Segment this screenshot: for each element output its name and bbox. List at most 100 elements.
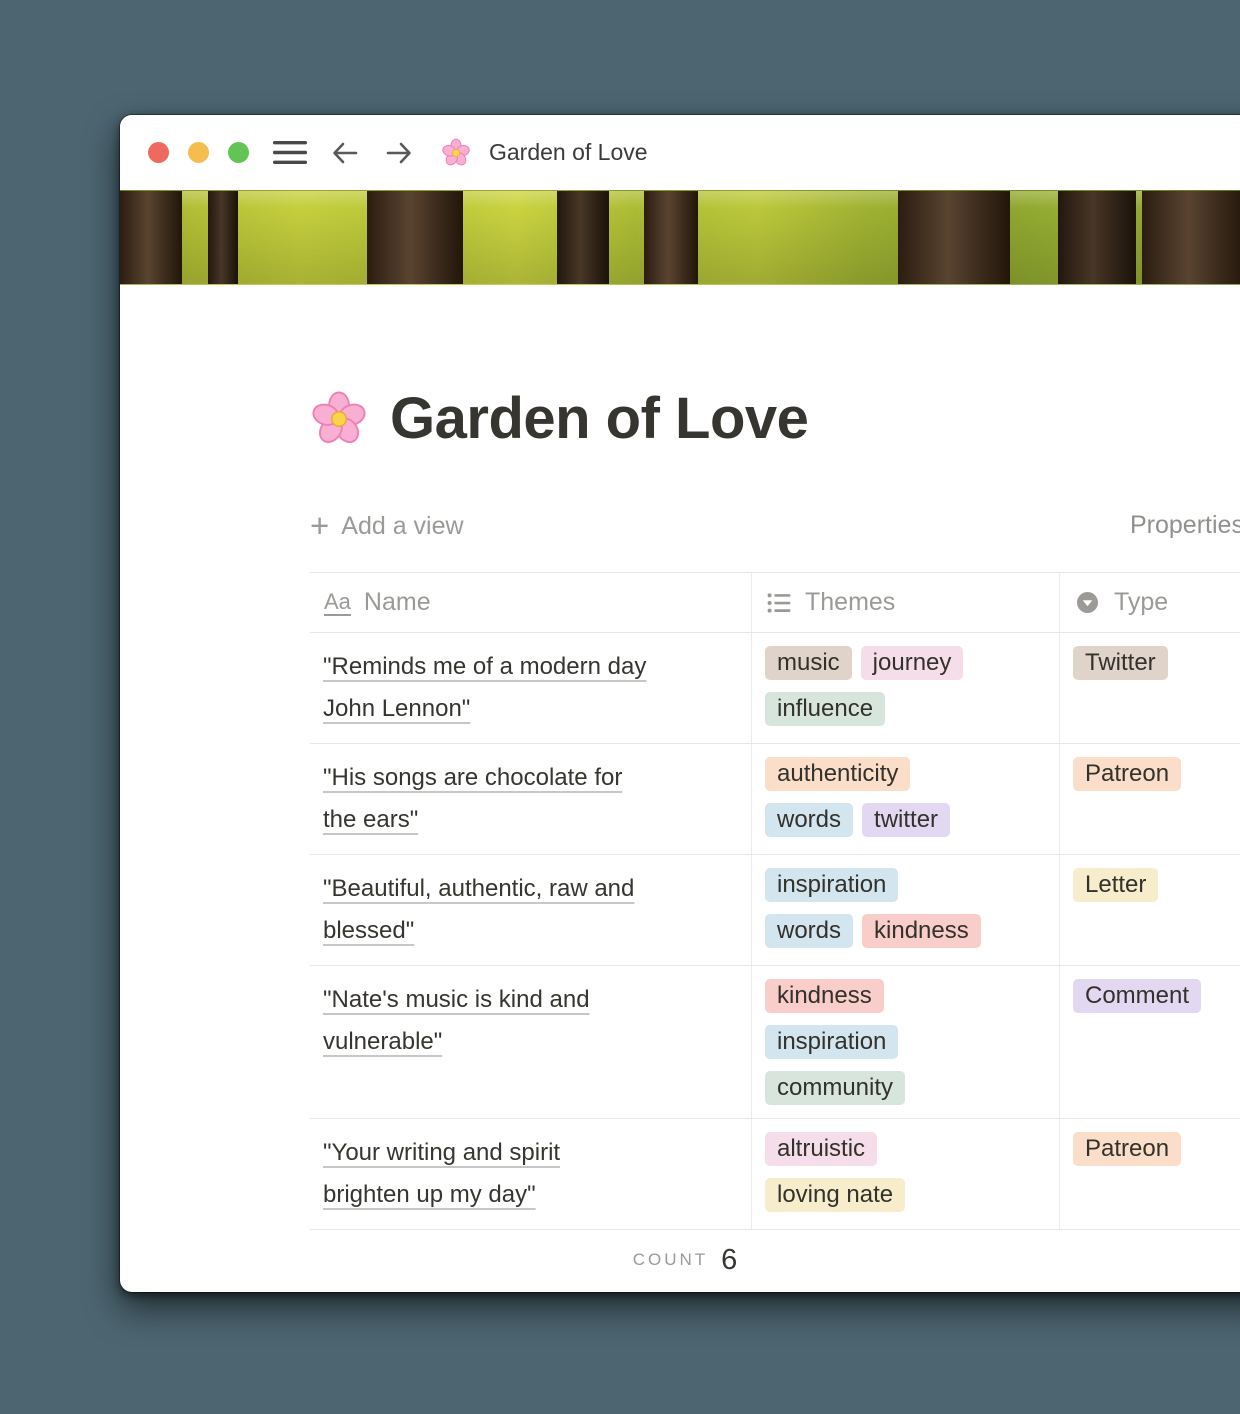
- table-body: "Reminds me of a modern day John Lennon"…: [310, 633, 1240, 1230]
- tree-trunk: [120, 191, 182, 284]
- type-tag[interactable]: Patreon: [1073, 1132, 1181, 1166]
- window-title: Garden of Love: [489, 139, 648, 166]
- row-themes-cell[interactable]: music journey influence: [752, 633, 1060, 743]
- plus-icon: +: [310, 511, 329, 541]
- theme-tag[interactable]: kindness: [862, 914, 981, 948]
- cherry-blossom-icon[interactable]: [310, 390, 368, 448]
- theme-tag[interactable]: influence: [765, 692, 885, 726]
- title-property-icon: Aa: [324, 590, 351, 616]
- type-tag-line: Twitter: [1073, 646, 1240, 680]
- row-name-wrap: "His songs are chocolate for the ears": [323, 757, 653, 841]
- window-titlebar: Garden of Love: [120, 115, 1240, 190]
- table-row: "Reminds me of a modern day John Lennon"…: [310, 633, 1240, 744]
- row-name-wrap: "Your writing and spirit brighten up my …: [323, 1132, 653, 1216]
- row-name-cell[interactable]: "Reminds me of a modern day John Lennon": [310, 633, 752, 743]
- row-type-cell[interactable]: Letter: [1060, 855, 1240, 965]
- type-tag-line: Patreon: [1073, 1132, 1240, 1166]
- count-label[interactable]: COUNT: [633, 1250, 708, 1270]
- page-title[interactable]: Garden of Love: [390, 385, 808, 452]
- theme-tag[interactable]: twitter: [862, 803, 950, 837]
- tree-trunk: [557, 191, 609, 284]
- back-arrow-icon[interactable]: [329, 137, 361, 169]
- theme-tag[interactable]: words: [765, 914, 853, 948]
- tree-trunk: [208, 191, 238, 284]
- theme-tag-line: inspiration: [765, 868, 1045, 902]
- type-tag[interactable]: Comment: [1073, 979, 1201, 1013]
- count-value: 6: [721, 1244, 737, 1277]
- close-window-button[interactable]: [148, 142, 169, 163]
- view-toolbar: + Add a view Properties: [310, 504, 1240, 548]
- menu-icon[interactable]: [273, 139, 307, 166]
- row-type-cell[interactable]: Comment: [1060, 966, 1240, 1118]
- multiselect-list-icon: [766, 590, 792, 616]
- type-tag-line: Comment: [1073, 979, 1240, 1013]
- row-title-link[interactable]: "His songs are chocolate for the ears": [323, 764, 622, 833]
- page-cover-image: [120, 190, 1240, 285]
- type-tag[interactable]: Letter: [1073, 868, 1158, 902]
- row-type-cell[interactable]: Patreon: [1060, 744, 1240, 854]
- row-themes-cell[interactable]: inspiration words kindness: [752, 855, 1060, 965]
- theme-tag-line: words twitter: [765, 803, 1045, 837]
- theme-tag-line: influence: [765, 692, 1045, 726]
- column-header-themes[interactable]: Themes: [752, 573, 1060, 632]
- page-header: Garden of Love: [310, 385, 1240, 452]
- theme-tag-line: music journey: [765, 646, 1045, 680]
- row-name-cell[interactable]: "Beautiful, authentic, raw and blessed": [310, 855, 752, 965]
- table-row: "Your writing and spirit brighten up my …: [310, 1119, 1240, 1230]
- theme-tag[interactable]: loving nate: [765, 1178, 905, 1212]
- theme-tag-line: inspiration: [765, 1025, 1045, 1059]
- row-themes-cell[interactable]: kindness inspiration community: [752, 966, 1060, 1118]
- row-themes-cell[interactable]: altruistic loving nate: [752, 1119, 1060, 1229]
- tree-trunk: [1058, 191, 1136, 284]
- theme-tag[interactable]: authenticity: [765, 757, 910, 791]
- row-title-link[interactable]: "Reminds me of a modern day John Lennon": [323, 653, 646, 722]
- row-name-cell[interactable]: "Nate's music is kind and vulnerable": [310, 966, 752, 1118]
- theme-tag[interactable]: altruistic: [765, 1132, 877, 1166]
- select-dropdown-icon: [1074, 589, 1101, 616]
- row-name-wrap: "Nate's music is kind and vulnerable": [323, 979, 653, 1063]
- theme-tag[interactable]: community: [765, 1071, 905, 1105]
- traffic-lights: [148, 142, 249, 163]
- table-row: "Beautiful, authentic, raw and blessed" i…: [310, 855, 1240, 966]
- properties-button[interactable]: Properties: [1130, 511, 1240, 540]
- row-themes-cell[interactable]: authenticity words twitter: [752, 744, 1060, 854]
- theme-tag-line: authenticity: [765, 757, 1045, 791]
- database-table: Aa Name Themes Type: [310, 572, 1240, 1230]
- minimize-window-button[interactable]: [188, 142, 209, 163]
- forward-arrow-icon[interactable]: [383, 137, 415, 169]
- type-tag[interactable]: Patreon: [1073, 757, 1181, 791]
- column-header-type[interactable]: Type: [1060, 573, 1240, 632]
- type-tag-line: Patreon: [1073, 757, 1240, 791]
- theme-tag[interactable]: journey: [861, 646, 964, 680]
- row-name-wrap: "Reminds me of a modern day John Lennon": [323, 646, 653, 730]
- theme-tag[interactable]: music: [765, 646, 852, 680]
- row-type-cell[interactable]: Patreon: [1060, 1119, 1240, 1229]
- row-name-cell[interactable]: "Your writing and spirit brighten up my …: [310, 1119, 752, 1229]
- theme-tag-line: altruistic: [765, 1132, 1045, 1166]
- tree-trunk: [1142, 191, 1240, 284]
- cherry-blossom-icon: [441, 138, 471, 168]
- row-title-link[interactable]: "Your writing and spirit brighten up my …: [323, 1139, 560, 1208]
- add-view-button[interactable]: + Add a view: [310, 511, 464, 541]
- type-tag[interactable]: Twitter: [1073, 646, 1168, 680]
- table-row: "His songs are chocolate for the ears" au…: [310, 744, 1240, 855]
- zoom-window-button[interactable]: [228, 142, 249, 163]
- tree-trunk: [898, 191, 1010, 284]
- theme-tag-line: community: [765, 1071, 1045, 1105]
- theme-tag[interactable]: inspiration: [765, 1025, 898, 1059]
- theme-tag-line: words kindness: [765, 914, 1045, 948]
- type-tag-line: Letter: [1073, 868, 1240, 902]
- theme-tag[interactable]: kindness: [765, 979, 884, 1013]
- row-name-cell[interactable]: "His songs are chocolate for the ears": [310, 744, 752, 854]
- tree-trunk: [367, 191, 463, 284]
- row-title-link[interactable]: "Nate's music is kind and vulnerable": [323, 986, 590, 1055]
- row-title-link[interactable]: "Beautiful, authentic, raw and blessed": [323, 875, 634, 944]
- row-type-cell[interactable]: Twitter: [1060, 633, 1240, 743]
- theme-tag[interactable]: words: [765, 803, 853, 837]
- theme-tag-line: loving nate: [765, 1178, 1045, 1212]
- theme-tag[interactable]: inspiration: [765, 868, 898, 902]
- notion-window: Garden of Love Garden of Love + Add a vi…: [120, 115, 1240, 1292]
- column-header-name[interactable]: Aa Name: [310, 573, 752, 632]
- theme-tag-line: kindness: [765, 979, 1045, 1013]
- table-header-row: Aa Name Themes Type: [310, 573, 1240, 633]
